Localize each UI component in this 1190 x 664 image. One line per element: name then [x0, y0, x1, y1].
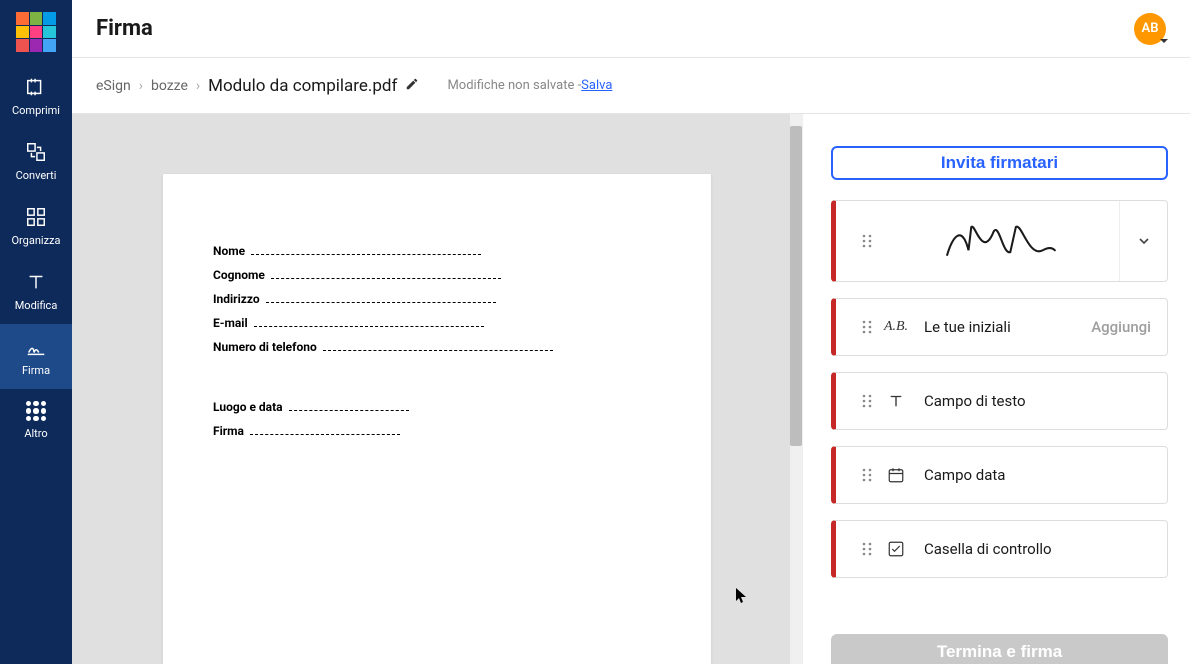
workspace: Nome Cognome Indirizzo E-mail Numero di …: [72, 114, 1190, 664]
convert-icon: [25, 141, 47, 163]
nav-organizza[interactable]: Organizza: [0, 194, 72, 259]
checkbox-icon: [882, 540, 910, 558]
cursor-icon: [736, 588, 748, 604]
checkbox-card[interactable]: Casella di controllo: [831, 520, 1168, 578]
breadcrumb-sep: ›: [196, 78, 200, 94]
nav-modifica[interactable]: Modifica: [0, 259, 72, 324]
text-icon: [25, 271, 47, 293]
date-field-label: Campo data: [924, 466, 1151, 484]
breadcrumb-sep: ›: [139, 78, 143, 94]
save-link[interactable]: Salva: [581, 78, 612, 93]
save-status: Modifiche non salvate -: [447, 78, 581, 93]
more-icon: [26, 401, 46, 421]
text-field-card[interactable]: Campo di testo: [831, 372, 1168, 430]
expand-signature-button[interactable]: [1119, 201, 1167, 281]
drag-handle-icon[interactable]: [852, 541, 882, 557]
nav-converti[interactable]: Converti: [0, 129, 72, 194]
invite-signers-button[interactable]: Invita firmatari: [831, 146, 1168, 180]
compress-icon: [25, 76, 47, 98]
signature-icon: [25, 336, 47, 358]
organize-icon: [25, 206, 47, 228]
main-area: Firma AB eSign › bozze › Modulo da compi…: [72, 0, 1190, 664]
add-initials-button[interactable]: Aggiungi: [1091, 318, 1151, 336]
nav-altro[interactable]: Altro: [0, 389, 72, 452]
nav-label: Firma: [22, 364, 50, 377]
text-field-label: Campo di testo: [924, 392, 1151, 410]
scrollbar-track[interactable]: [790, 114, 802, 664]
drag-handle-icon[interactable]: [852, 467, 882, 483]
calendar-icon: [882, 466, 910, 484]
form-field: Luogo e data: [213, 400, 661, 414]
initials-card[interactable]: A.B. Le tue iniziali Aggiungi: [831, 298, 1168, 356]
drag-handle-icon[interactable]: [852, 233, 882, 249]
scrollbar-thumb[interactable]: [790, 126, 802, 446]
breadcrumb-folder[interactable]: bozze: [151, 78, 188, 94]
form-field: Indirizzo: [213, 292, 661, 306]
nav-comprimi[interactable]: Comprimi: [0, 64, 72, 129]
breadcrumb: eSign › bozze › Modulo da compilare.pdf …: [72, 58, 1190, 114]
form-field: E-mail: [213, 316, 661, 330]
initials-badge: A.B.: [882, 319, 910, 335]
form-field: Firma: [213, 424, 661, 438]
finish-sign-button[interactable]: Termina e firma: [831, 634, 1168, 664]
text-icon: [882, 392, 910, 410]
nav-label: Modifica: [15, 299, 58, 312]
nav-label: Altro: [24, 427, 47, 440]
avatar[interactable]: AB: [1134, 13, 1166, 45]
page-title: Firma: [96, 16, 153, 41]
form-field: Cognome: [213, 268, 661, 282]
nav-label: Organizza: [11, 234, 60, 247]
sidebar: Comprimi Converti Organizza Modifica Fir…: [0, 0, 72, 664]
drag-handle-icon[interactable]: [852, 319, 882, 335]
breadcrumb-root[interactable]: eSign: [96, 78, 131, 94]
nav-label: Comprimi: [12, 104, 60, 117]
nav-firma[interactable]: Firma: [0, 324, 72, 389]
checkbox-label: Casella di controllo: [924, 540, 1151, 558]
edit-filename-icon[interactable]: [405, 77, 419, 95]
document-page[interactable]: Nome Cognome Indirizzo E-mail Numero di …: [163, 174, 711, 664]
date-field-card[interactable]: Campo data: [831, 446, 1168, 504]
document-canvas[interactable]: Nome Cognome Indirizzo E-mail Numero di …: [72, 114, 802, 664]
signature-card[interactable]: [831, 200, 1168, 282]
drag-handle-icon[interactable]: [852, 393, 882, 409]
right-panel: Invita firmatari A.B.: [802, 114, 1190, 664]
topbar: Firma AB: [72, 0, 1190, 58]
initials-label: Le tue iniziali: [924, 318, 1091, 336]
form-field: Numero di telefono: [213, 340, 661, 354]
form-field: Nome: [213, 244, 661, 258]
app-logo[interactable]: [16, 12, 56, 52]
nav-label: Converti: [16, 169, 57, 182]
signature-preview: [882, 213, 1119, 269]
breadcrumb-file: Modulo da compilare.pdf: [208, 76, 397, 96]
